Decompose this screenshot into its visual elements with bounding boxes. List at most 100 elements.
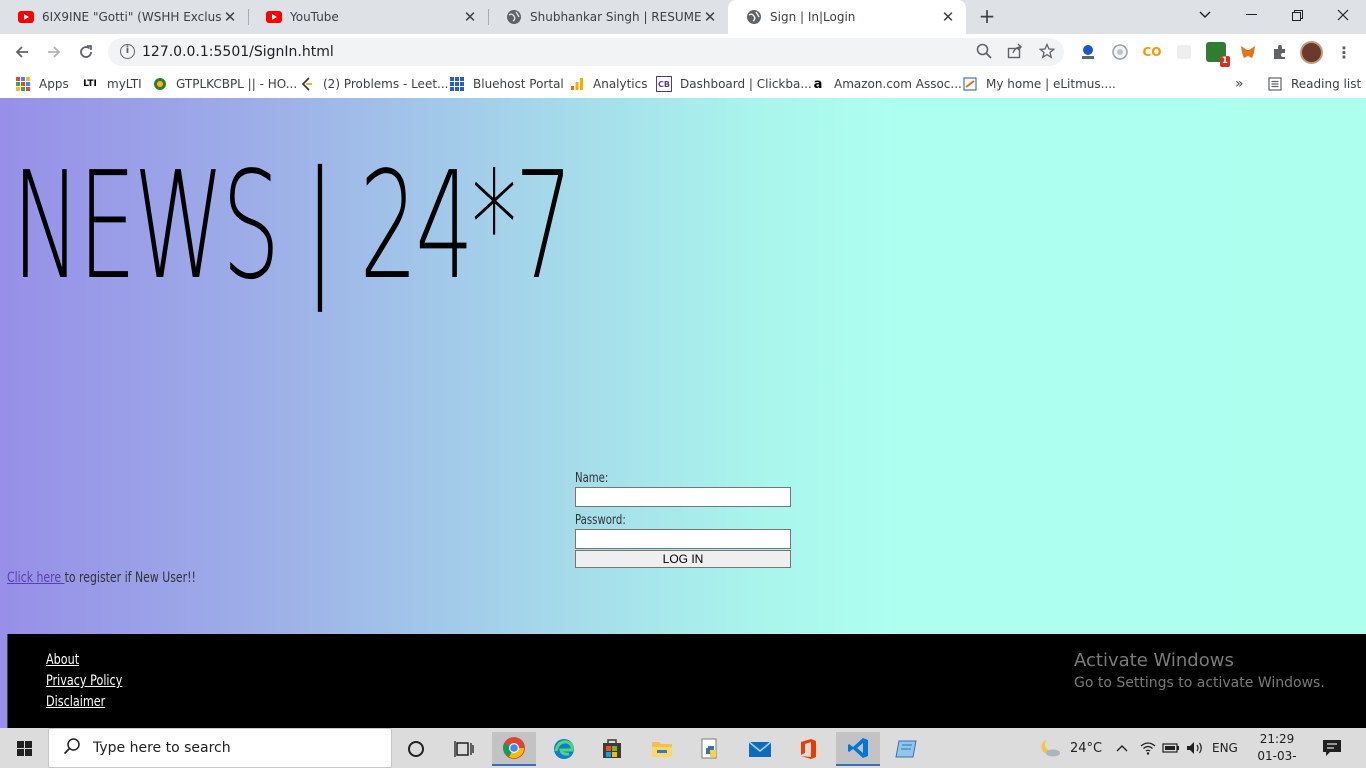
store-taskbar-icon[interactable] xyxy=(590,732,634,766)
analytics-icon xyxy=(569,76,585,92)
search-placeholder: Type here to search xyxy=(93,740,231,756)
tab-strip: 6IX9INE "Gotti" (WSHH Exclusive ✕ YouTub… xyxy=(0,0,1366,34)
bookmark-leetcode[interactable]: (2) Problems - Leet... xyxy=(299,75,448,93)
bookmark-mylti[interactable]: LTI myLTI xyxy=(81,75,142,93)
globe-icon xyxy=(507,10,521,24)
site-footer: About Privacy Policy Disclaimer Activate… xyxy=(7,634,1366,728)
bookmarks-bar: Apps LTI myLTI GTPLKCBPL || - HO... (2) … xyxy=(0,70,1366,98)
close-tab-icon[interactable]: ✕ xyxy=(702,9,718,25)
bookmark-label: GTPLKCBPL || - HO... xyxy=(176,77,298,91)
tab-title: Sign | In|Login xyxy=(770,10,856,24)
lti-icon: LTI xyxy=(83,79,97,89)
leetcode-icon xyxy=(299,76,315,92)
vscode-taskbar-icon[interactable] xyxy=(836,732,880,766)
bookmark-analytics[interactable]: Analytics xyxy=(569,75,648,93)
bookmark-gtpl[interactable]: GTPLKCBPL || - HO... xyxy=(152,75,297,93)
extensions-puzzle-icon[interactable] xyxy=(1270,42,1290,62)
taskbar-search-box[interactable]: Type here to search xyxy=(48,728,392,768)
amazon-icon: a xyxy=(813,76,823,92)
tab-title: YouTube xyxy=(290,10,339,24)
bookmark-label: Bluehost Portal xyxy=(473,77,564,91)
url-text[interactable]: 127.0.0.1:5501/SignIn.html xyxy=(142,44,334,60)
login-button[interactable]: LOG IN xyxy=(575,550,791,568)
back-button[interactable] xyxy=(9,39,35,65)
name-input[interactable] xyxy=(575,487,791,507)
extension-badge-icon[interactable]: 1 xyxy=(1206,42,1230,67)
site-info-icon[interactable]: i xyxy=(120,44,135,59)
taskbar-clock[interactable]: 21:29 01-03-2022 xyxy=(1246,731,1308,768)
bookmark-label: Analytics xyxy=(593,77,648,91)
footer-link-disclaimer[interactable]: Disclaimer xyxy=(46,694,105,710)
extension-one-icon[interactable] xyxy=(1078,42,1098,62)
restore-button[interactable] xyxy=(1274,0,1320,30)
extension-four-icon[interactable] xyxy=(1174,42,1194,62)
bookmark-bluehost[interactable]: Bluehost Portal xyxy=(449,75,564,93)
notepad-taskbar-icon[interactable] xyxy=(884,732,928,766)
bookmarks-overflow-button[interactable]: » xyxy=(1235,75,1244,93)
zoom-icon[interactable] xyxy=(975,43,993,61)
moon-cloud-icon xyxy=(1041,740,1060,757)
youtube-icon xyxy=(266,11,282,23)
task-view-icon[interactable] xyxy=(442,732,486,766)
weather-widget[interactable]: 24°C xyxy=(1038,728,1102,768)
reload-button[interactable] xyxy=(73,39,99,65)
profile-avatar[interactable] xyxy=(1300,41,1323,64)
cortana-icon[interactable] xyxy=(394,732,438,766)
coupon-extension-icon[interactable]: CO xyxy=(1142,42,1162,62)
notifications-icon[interactable] xyxy=(1322,728,1342,768)
share-icon[interactable] xyxy=(1006,43,1024,61)
bookmark-star-icon[interactable] xyxy=(1038,42,1056,61)
elitmus-icon xyxy=(962,76,978,92)
address-bar[interactable]: i 127.0.0.1:5501/SignIn.html xyxy=(108,38,1064,66)
apps-grid-icon xyxy=(15,76,31,92)
network-icon[interactable] xyxy=(1140,728,1156,768)
battery-icon[interactable] xyxy=(1162,728,1180,768)
register-prompt: Click here to register if New User!! xyxy=(7,570,196,586)
clock-date: 01-03-2022 xyxy=(1257,749,1297,768)
footer-link-about[interactable]: About xyxy=(46,652,79,668)
close-window-button[interactable] xyxy=(1320,0,1366,30)
extension-two-icon[interactable] xyxy=(1110,42,1130,62)
windows-logo-icon xyxy=(16,740,32,756)
forward-button[interactable] xyxy=(41,39,67,65)
tab-youtube[interactable]: YouTube ✕ xyxy=(248,0,488,34)
search-icon xyxy=(63,737,81,759)
tab-resume[interactable]: Shubhankar Singh | RESUME ✕ xyxy=(488,0,728,34)
minimize-button[interactable] xyxy=(1228,0,1274,30)
footer-link-privacy[interactable]: Privacy Policy xyxy=(46,673,122,689)
volume-icon[interactable] xyxy=(1186,728,1204,768)
bookmark-label: (2) Problems - Leet... xyxy=(323,77,449,91)
watermark-title: Activate Windows xyxy=(1074,650,1234,671)
python-file-taskbar-icon[interactable] xyxy=(688,732,732,766)
register-text: to register if New User!! xyxy=(64,570,196,586)
register-link[interactable]: Click here xyxy=(7,570,65,586)
metamask-fox-icon[interactable] xyxy=(1238,42,1258,62)
chrome-taskbar-icon[interactable] xyxy=(492,732,536,766)
menu-kebab-icon[interactable]: ⋮ xyxy=(1334,42,1354,62)
bookmark-elitmus[interactable]: My home | eLitmus.... xyxy=(962,75,1116,93)
tab-signin[interactable]: Sign | In|Login ✕ xyxy=(728,0,966,34)
bookmark-amazon[interactable]: a Amazon.com Assoc... xyxy=(810,75,962,93)
close-tab-icon[interactable]: ✕ xyxy=(222,9,238,25)
show-hidden-icons-button[interactable] xyxy=(1116,728,1128,768)
mail-taskbar-icon[interactable] xyxy=(738,732,782,766)
password-input[interactable] xyxy=(575,529,791,549)
activate-windows-watermark: Activate Windows Go to Settings to activ… xyxy=(1074,650,1325,694)
new-tab-button[interactable]: + xyxy=(976,6,998,28)
bookmark-clickbank[interactable]: CB Dashboard | Clickba... xyxy=(656,75,812,93)
language-indicator[interactable]: ENG xyxy=(1212,728,1238,768)
site-logo: NEWS | 24*7 xyxy=(12,140,573,312)
tab-gotti[interactable]: 6IX9INE "Gotti" (WSHH Exclusive ✕ xyxy=(0,0,248,34)
watermark-subtitle: Go to Settings to activate Windows. xyxy=(1074,675,1325,691)
bookmark-apps[interactable]: Apps xyxy=(15,75,69,93)
edge-taskbar-icon[interactable] xyxy=(542,732,586,766)
tab-search-chevron-icon[interactable] xyxy=(1182,0,1228,30)
reading-list-button[interactable]: Reading list xyxy=(1267,75,1361,93)
youtube-icon xyxy=(18,11,34,23)
close-tab-icon[interactable]: ✕ xyxy=(462,9,478,25)
close-tab-icon[interactable]: ✕ xyxy=(940,9,956,25)
file-explorer-taskbar-icon[interactable] xyxy=(640,732,684,766)
start-button[interactable] xyxy=(0,728,48,768)
office-taskbar-icon[interactable] xyxy=(786,732,830,766)
reading-list-label: Reading list xyxy=(1291,77,1362,91)
